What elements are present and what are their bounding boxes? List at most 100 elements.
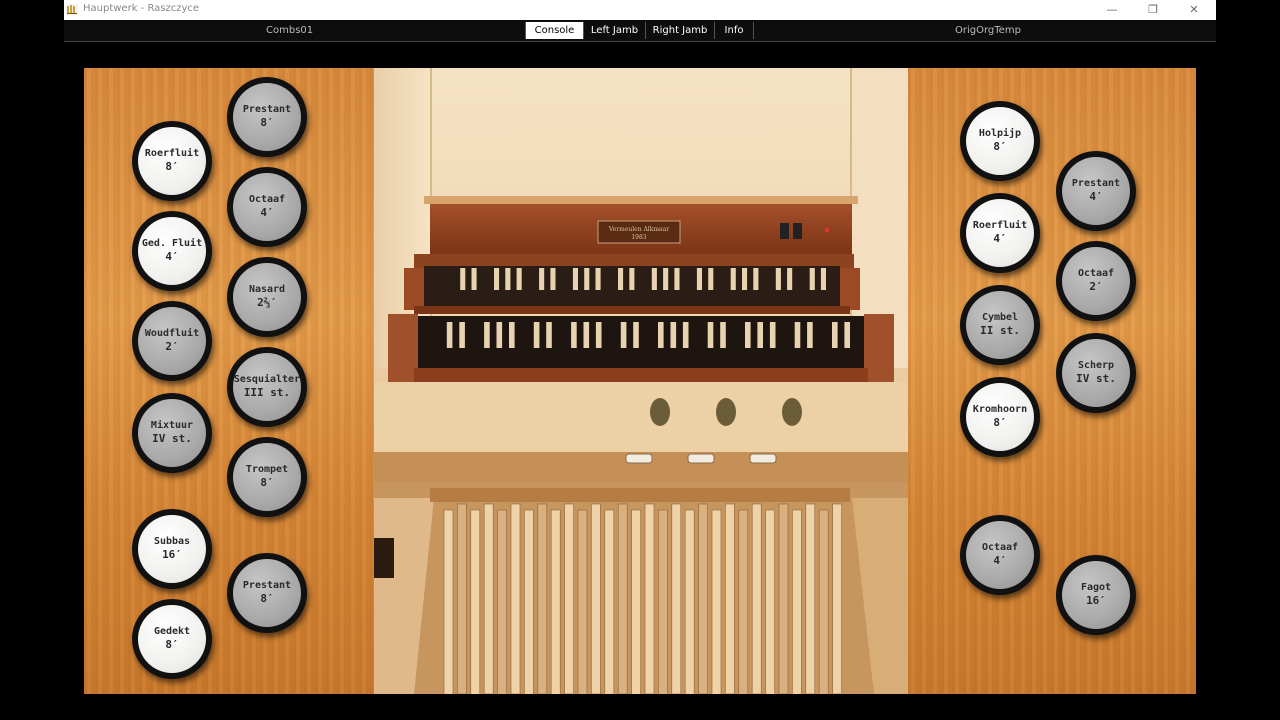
manual-key [720,322,726,348]
manual-key [807,322,813,348]
pedal-key [617,503,628,694]
pedal-key [818,509,829,694]
stop-octaaf-4-left[interactable]: Octaaf 4′ [227,167,307,247]
manual-key [533,322,540,348]
pedal-key [483,503,494,694]
manual-key [484,322,490,348]
manual-key [663,268,669,290]
manual-key [633,322,639,348]
stop-cymbel[interactable]: Cymbel II st. [960,285,1040,365]
manual-key [584,268,590,290]
toe-pistons[interactable] [625,453,777,464]
console-switch [780,223,789,239]
stop-sesquialter[interactable]: Sesquialter III st. [227,347,307,427]
tab-info[interactable]: Info [714,22,754,39]
manual-key [471,268,477,290]
restore-button[interactable]: ❐ [1136,1,1170,18]
stop-ged-fluit-4[interactable]: Ged. Fluit 4′ [132,211,212,291]
pedal-key [832,503,842,694]
pedal-key [805,503,816,694]
pedal-key [631,509,641,694]
pedal-key [792,509,802,694]
stop-octaaf-2[interactable]: Octaaf 2′ [1056,241,1136,321]
window-title: Hauptwerk - Raszczyce [83,3,200,14]
pedal-key [738,509,749,694]
nameplate-line2: 1983 [631,234,646,241]
manual-key [571,322,577,348]
console-image: Vermeulen Alkmaar 1983 [374,68,908,694]
manual-key [832,322,838,348]
stop-octaaf-4-right[interactable]: Octaaf 4′ [960,515,1040,595]
manual-key [546,322,552,348]
manual-key [757,322,763,348]
manual-key [820,268,826,290]
pedal-key [470,509,481,694]
manual-key [620,322,627,348]
tab-right-jamb[interactable]: Right Jamb [645,22,714,39]
pedal-key [443,509,454,694]
stop-prestant-8-pedal[interactable]: Prestant 8′ [227,553,307,633]
manual-key [707,322,714,348]
stop-roerfluit-8[interactable]: Roerfluit 8′ [132,121,212,201]
right-jamb-panel [908,68,1196,694]
manual-key [769,322,776,348]
manual-key [775,268,781,290]
manual-key [509,322,515,348]
panel-tab-bar: Combs01 Console Left Jamb Right Jamb Inf… [64,20,1216,42]
pedal-key [497,509,507,694]
pedal-key [751,503,762,694]
stop-mixtuur[interactable]: Mixtuur IV st. [132,393,212,473]
manual-key [539,268,545,290]
manual-key [745,322,751,348]
manual-key [708,268,714,290]
manual-key [505,268,511,290]
close-button[interactable]: ✕ [1177,1,1211,18]
manual-key [682,322,689,348]
tab-left-jamb[interactable]: Left Jamb [583,22,645,39]
manual-key [658,322,664,348]
pedal-key [510,503,521,694]
stop-gedekt[interactable]: Gedekt 8′ [132,599,212,679]
manual-key [794,322,801,348]
stop-nasard[interactable]: Nasard 2⅔′ [227,257,307,337]
pedal-key [524,509,534,694]
window-titlebar: Hauptwerk - Raszczyce — ❐ ✕ [64,0,1216,21]
manual-key [494,268,500,290]
tab-console[interactable]: Console [525,22,583,39]
stop-holpijp[interactable]: Holpijp 8′ [960,101,1040,181]
pedal-key [550,509,561,694]
stop-trompet[interactable]: Trompet 8′ [227,437,307,517]
pedal-key [765,509,775,694]
minimize-button[interactable]: — [1095,1,1129,18]
stop-fagot[interactable]: Fagot 16′ [1056,555,1136,635]
manual-key [696,268,702,290]
pedal-key [778,503,789,694]
pedal-key [564,503,574,694]
organ-console-illustration: Vermeulen Alkmaar 1983 [374,68,908,694]
stop-kromhoorn[interactable]: Kromhoorn 8′ [960,377,1040,457]
manual-key [595,268,601,290]
stop-scherp[interactable]: Scherp IV st. [1056,333,1136,413]
combination-label: Combs01 [266,25,314,36]
manual-key [496,322,503,348]
pedal-key [644,503,655,694]
stop-roerfluit-4[interactable]: Roerfluit 4′ [960,193,1040,273]
manual-key [730,268,736,290]
pedal-key [604,509,615,694]
manual-key [844,322,850,348]
pedal-key [684,509,695,694]
manual-key [742,268,748,290]
pedal-key [698,503,708,694]
pedal-key [577,509,588,694]
manual-key [787,268,793,290]
manual-key [618,268,624,290]
stop-prestant-4[interactable]: Prestant 4′ [1056,151,1136,231]
pedal-key [457,503,467,694]
pedal-key [711,509,722,694]
stop-prestant-8-left[interactable]: Prestant 8′ [227,77,307,157]
pedal-key [725,503,735,694]
stop-woudfluit[interactable]: Woudfluit 2′ [132,301,212,381]
stop-subbas[interactable]: Subbas 16′ [132,509,212,589]
manual-key [629,268,635,290]
console-switch [793,223,802,239]
